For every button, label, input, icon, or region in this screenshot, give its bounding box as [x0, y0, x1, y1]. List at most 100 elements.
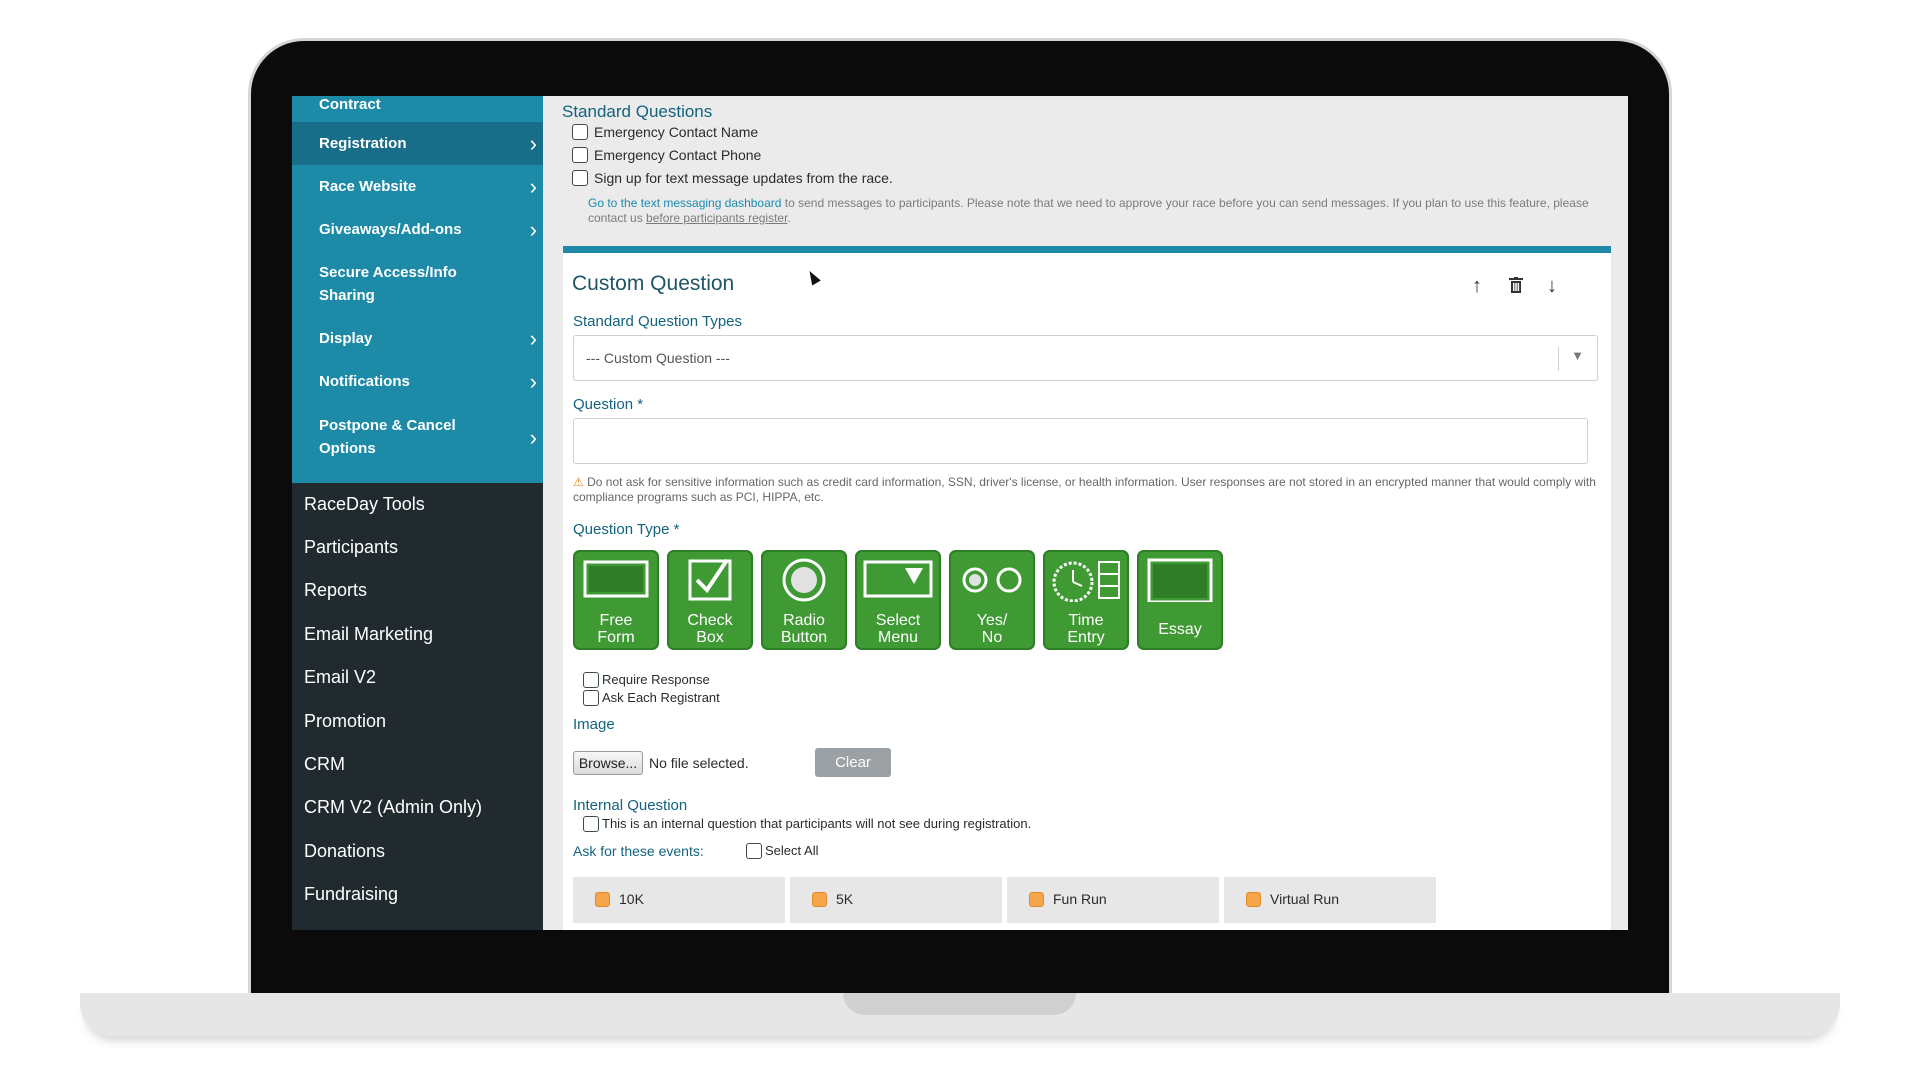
event-label: Virtual Run — [1270, 891, 1340, 907]
check-box-icon — [688, 558, 732, 601]
yes-no-icon — [962, 567, 1022, 593]
select-all-label: Select All — [765, 843, 819, 858]
sidebar-item-raceday-tools[interactable]: RaceDay Tools — [304, 494, 425, 515]
sidebar-item-fundraising[interactable]: Fundraising — [304, 884, 398, 905]
question-input[interactable] — [573, 418, 1588, 464]
sidebar-item-label: Giveaways/Add-ons — [319, 221, 462, 238]
free-form-button[interactable]: Free Form — [573, 550, 659, 650]
radio-button-button[interactable]: Radio Button — [761, 550, 847, 650]
sidebar-item-email-v2[interactable]: Email V2 — [304, 667, 376, 688]
standard-questions-title: Standard Questions — [562, 102, 713, 121]
essay-button[interactable]: Essay — [1137, 550, 1223, 650]
sidebar-item-contract[interactable]: Contract — [292, 96, 543, 122]
chevron-right-icon: › — [529, 368, 537, 394]
sidebar-item-secure-access[interactable]: Secure Access/Info Sharing — [292, 251, 543, 317]
qt-label: Check Box — [687, 612, 733, 646]
qt-label: Radio Button — [780, 612, 828, 646]
browse-button[interactable]: Browse... — [573, 751, 643, 775]
require-response-checkbox[interactable] — [583, 672, 599, 688]
sidebar-item-label-line2: Options — [319, 440, 376, 457]
event-checkbox[interactable] — [812, 892, 827, 907]
sidebar-item-registration[interactable]: Registration › — [292, 122, 543, 165]
sidebar-submenu: Contract Registration › Race Website › G… — [292, 96, 543, 483]
event-fun-run[interactable]: Fun Run — [1007, 877, 1219, 923]
sidebar-item-reports[interactable]: Reports — [304, 580, 367, 601]
clear-button[interactable]: Clear — [815, 748, 891, 777]
internal-question-text: This is an internal question that partic… — [602, 816, 1032, 831]
sidebar-item-label-line2: Sharing — [319, 287, 375, 304]
text-messaging-note: Go to the text messaging dashboard to se… — [588, 196, 1608, 226]
events-label: Ask for these events: — [573, 843, 704, 859]
sidebar-item-giveaways[interactable]: Giveaways/Add-ons › — [292, 208, 543, 251]
essay-icon — [1147, 558, 1213, 602]
event-10k[interactable]: 10K — [573, 877, 785, 923]
internal-question-checkbox[interactable] — [583, 816, 599, 832]
select-separator — [1558, 347, 1559, 371]
ask-each-registrant-label: Ask Each Registrant — [602, 690, 720, 705]
main-content: Standard Questions Emergency Contact Nam… — [543, 96, 1628, 930]
qt-label: Yes/No — [976, 612, 1008, 646]
chevron-right-icon: › — [529, 325, 537, 351]
move-up-icon[interactable]: ↑ — [1472, 275, 1482, 298]
event-virtual-run[interactable]: Virtual Run — [1224, 877, 1436, 923]
emergency-phone-checkbox[interactable] — [572, 147, 588, 163]
sidebar-item-postpone-cancel[interactable]: Postpone & Cancel Options › — [292, 403, 543, 473]
text-messaging-dashboard-link[interactable]: Go to the text messaging dashboard — [588, 196, 781, 210]
select-menu-button[interactable]: Select Menu — [855, 550, 941, 650]
sidebar-item-display[interactable]: Display › — [292, 317, 543, 360]
event-label: 10K — [619, 891, 644, 907]
chevron-right-icon: › — [529, 173, 537, 199]
yes-no-button[interactable]: Yes/No — [949, 550, 1035, 650]
chevron-down-icon: ▼ — [1571, 348, 1584, 363]
sidebar-item-label: Notifications — [319, 373, 410, 390]
sidebar-item-label: Race Website — [319, 178, 417, 195]
sidebar-item-label: Contract — [319, 96, 381, 113]
qt-label: Select Menu — [875, 612, 921, 646]
custom-question-title: Custom Question — [572, 272, 735, 295]
check-box-button[interactable]: Check Box — [667, 550, 753, 650]
sidebar-item-label: Postpone & Cancel — [319, 417, 456, 434]
standard-question-types-label: Standard Question Types — [573, 313, 742, 330]
sidebar-item-email-marketing[interactable]: Email Marketing — [304, 624, 433, 645]
sidebar-item-crm-v2[interactable]: CRM V2 (Admin Only) — [304, 797, 482, 818]
select-all-checkbox[interactable] — [746, 843, 762, 859]
sidebar: Contract Registration › Race Website › G… — [292, 96, 543, 930]
text-updates-checkbox[interactable] — [572, 170, 588, 186]
qt-label: Time Entry — [1067, 612, 1105, 646]
before-register-link[interactable]: before participants register — [646, 211, 787, 225]
move-down-icon[interactable]: ↓ — [1547, 275, 1557, 298]
sidebar-item-label: Registration — [319, 135, 407, 152]
sidebar-item-crm[interactable]: CRM — [304, 754, 345, 775]
standard-question-types-select[interactable]: --- Custom Question --- ▼ — [573, 335, 1598, 381]
ask-each-registrant-checkbox[interactable] — [583, 690, 599, 706]
warning-text: Do not ask for sensitive information suc… — [573, 475, 1596, 504]
require-response-label: Require Response — [602, 672, 710, 687]
internal-question-label: Internal Question — [573, 797, 688, 814]
time-entry-icon — [1052, 561, 1120, 602]
sidebar-item-participants[interactable]: Participants — [304, 537, 398, 558]
sidebar-item-donations[interactable]: Donations — [304, 841, 385, 862]
select-value: --- Custom Question --- — [586, 350, 730, 366]
sidebar-item-race-website[interactable]: Race Website › — [292, 165, 543, 208]
sensitive-info-warning: ⚠ Do not ask for sensitive information s… — [573, 475, 1603, 505]
chevron-right-icon: › — [529, 216, 537, 242]
trash-icon[interactable] — [1509, 277, 1523, 298]
emergency-name-checkbox[interactable] — [572, 124, 588, 140]
event-checkbox[interactable] — [1029, 892, 1044, 907]
event-5k[interactable]: 5K — [790, 877, 1002, 923]
select-menu-icon — [863, 560, 933, 598]
question-label: Question * — [573, 396, 644, 413]
custom-question-card: Custom Question ↑ ↓ Standard Question Ty… — [563, 246, 1611, 930]
question-type-label: Question Type * — [573, 521, 680, 538]
text-updates-label: Sign up for text message updates from th… — [594, 170, 893, 186]
sidebar-item-notifications[interactable]: Notifications › — [292, 360, 543, 403]
event-checkbox[interactable] — [595, 892, 610, 907]
emergency-name-label: Emergency Contact Name — [594, 124, 759, 140]
note-end: . — [787, 211, 791, 225]
radio-button-icon — [782, 558, 826, 602]
event-checkbox[interactable] — [1246, 892, 1261, 907]
time-entry-button[interactable]: Time Entry — [1043, 550, 1129, 650]
sidebar-item-promotion[interactable]: Promotion — [304, 711, 386, 732]
sidebar-item-label: Secure Access/Info — [319, 264, 457, 281]
laptop-notch — [843, 993, 1076, 1015]
